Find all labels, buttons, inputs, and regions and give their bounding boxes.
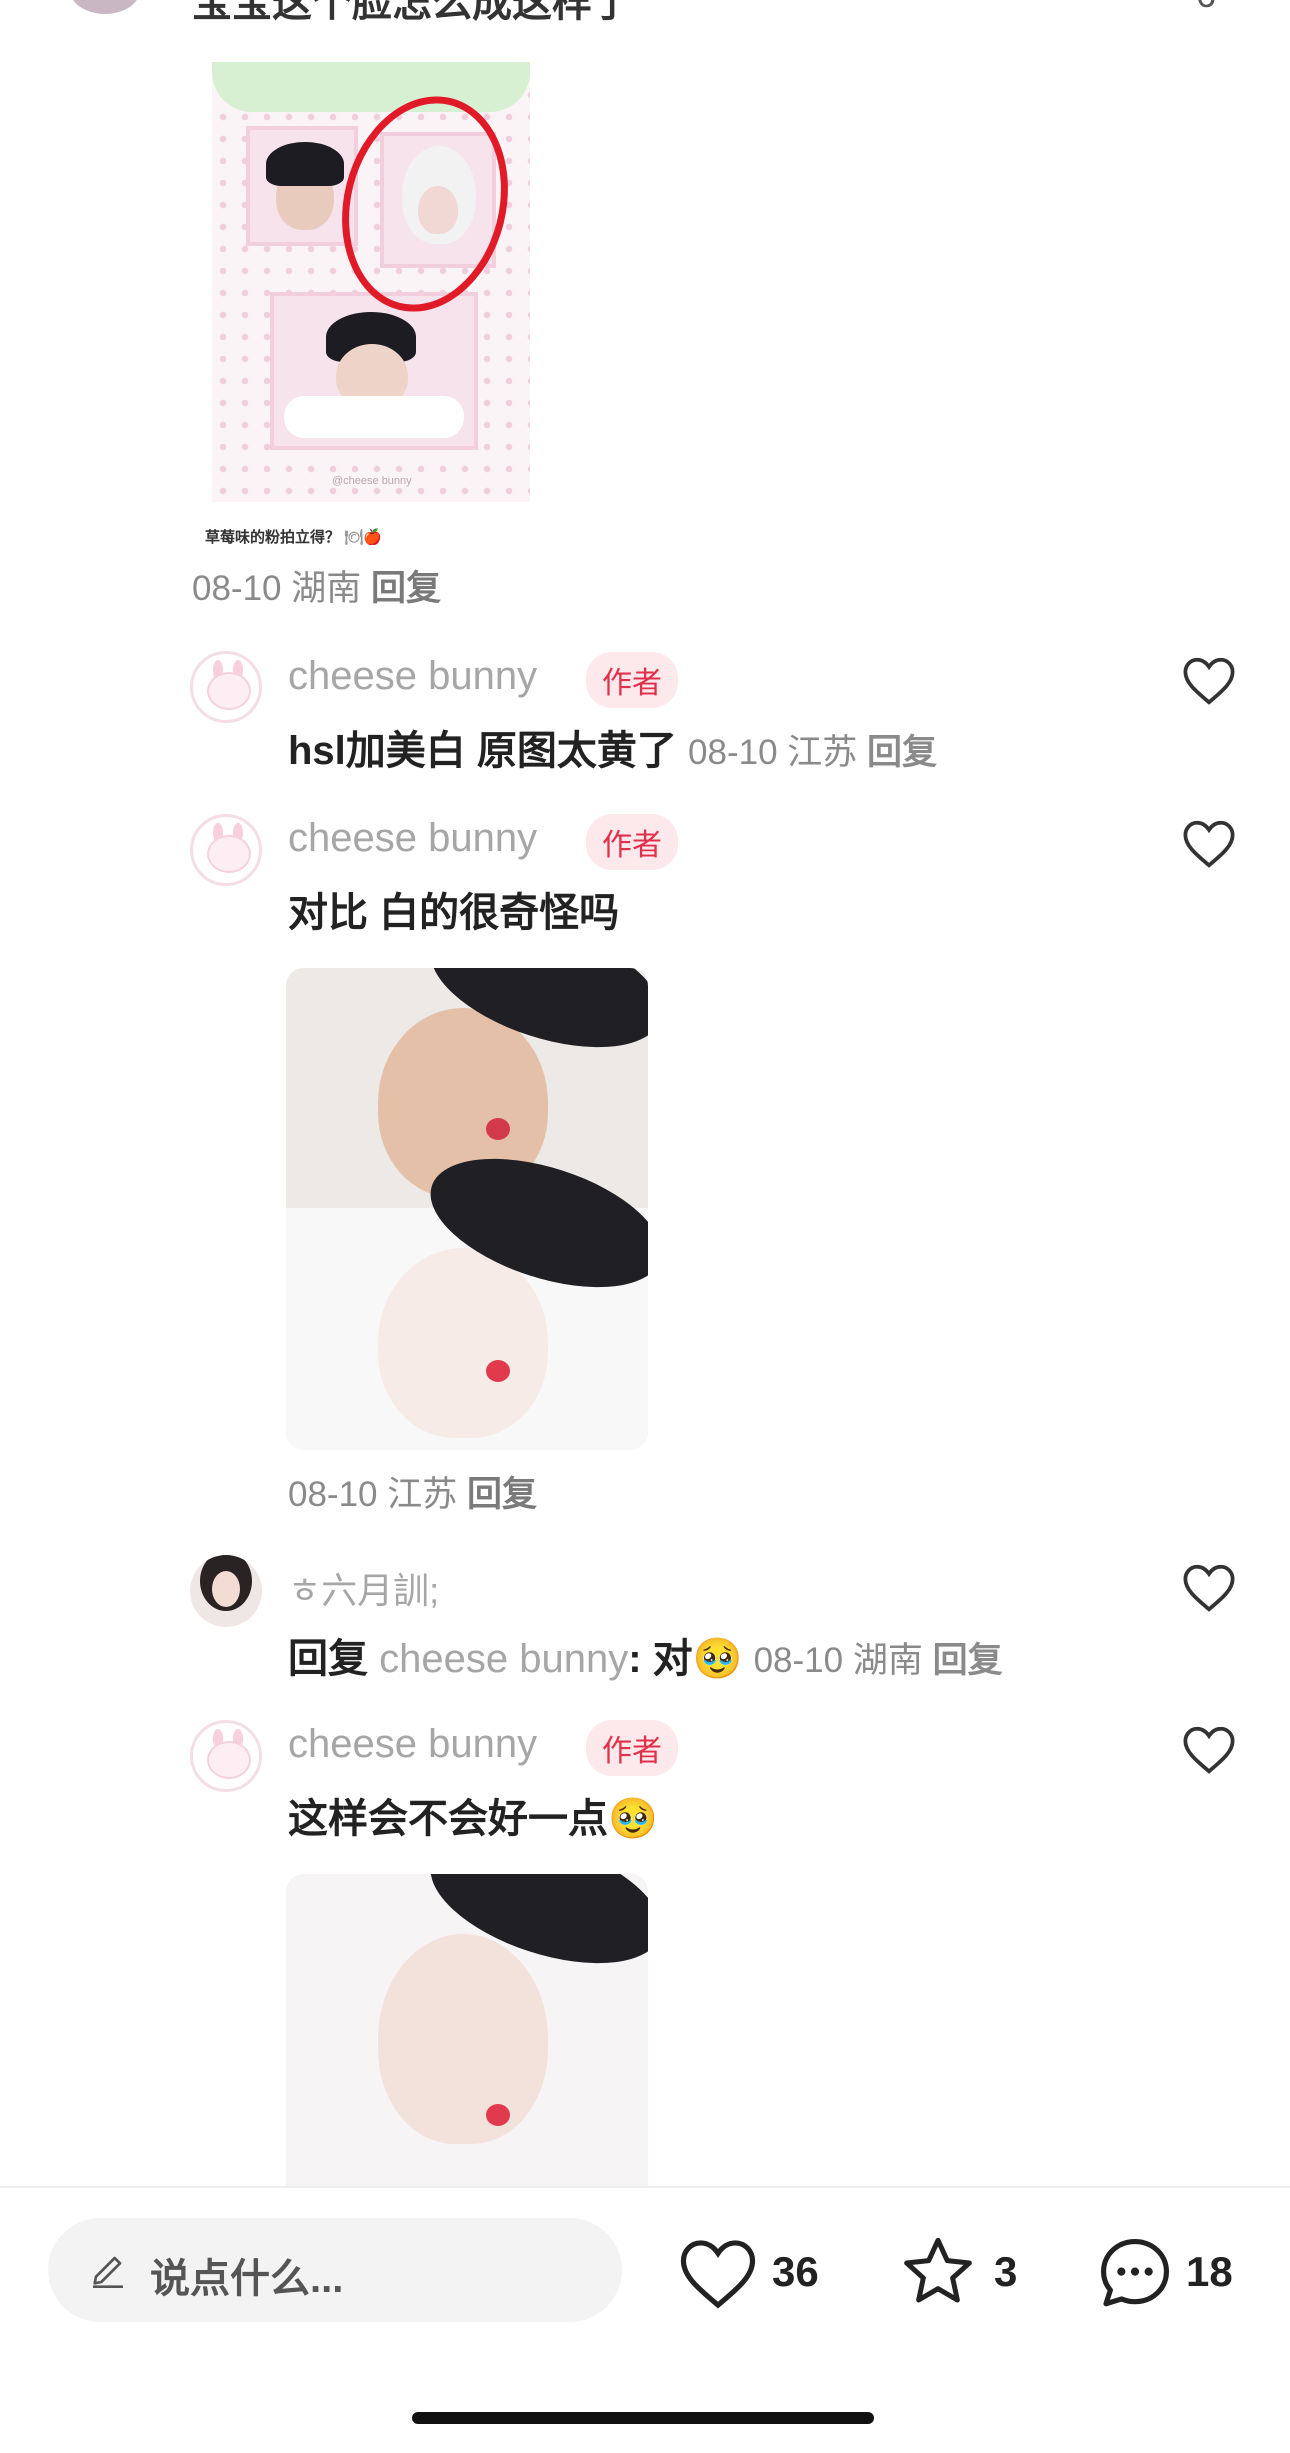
heart-icon[interactable] xyxy=(1180,1562,1238,1614)
author-badge: 作者 xyxy=(586,652,678,708)
comment-count[interactable]: 18 xyxy=(1186,2248,1233,2296)
comment-image[interactable] xyxy=(286,1874,648,2186)
comment-text: hsl加美白 原图太黄了 08-10 江苏 回复 xyxy=(288,729,938,773)
pencil-icon xyxy=(93,2256,123,2288)
cat-emoji: 🥹 xyxy=(692,1637,743,1681)
avatar[interactable] xyxy=(190,1720,262,1792)
comment-text: 宝宝这个脸怎么成这样了 xyxy=(192,0,632,25)
username[interactable]: cheese bunny xyxy=(288,816,537,861)
mention-link[interactable]: cheese bunny xyxy=(379,1637,628,1681)
comment-text: 对比 白的很奇怪吗 xyxy=(288,891,620,935)
avatar[interactable] xyxy=(190,651,262,723)
reply-button[interactable]: 回复 xyxy=(933,1641,1003,1680)
heart-icon[interactable] xyxy=(1180,655,1238,707)
comment-image[interactable] xyxy=(286,968,648,1450)
heart-icon[interactable] xyxy=(1180,818,1238,870)
image-caption: 草莓味的粉拍立得？ 🍽🍎 xyxy=(205,529,382,546)
avatar[interactable] xyxy=(190,814,262,886)
home-indicator[interactable] xyxy=(412,2412,874,2424)
image-watermark: @cheese bunny xyxy=(332,475,412,487)
like-count[interactable]: 36 xyxy=(772,2248,819,2296)
comment-meta: 08-10 江苏 回复 xyxy=(288,1475,538,1514)
avatar[interactable] xyxy=(70,0,140,14)
star-count[interactable]: 3 xyxy=(994,2248,1017,2296)
input-placeholder: 说点什么... xyxy=(150,2257,344,2301)
comment-input[interactable]: 说点什么... xyxy=(48,2218,622,2322)
comment-meta: 08-10 湖南 回复 xyxy=(192,569,442,608)
reply-button[interactable]: 回复 xyxy=(467,1475,537,1514)
comment-bubble-icon[interactable] xyxy=(1094,2232,1176,2314)
author-badge: 作者 xyxy=(586,814,678,870)
like-heart-icon[interactable] xyxy=(676,2236,760,2312)
comment-text: 回复 cheese bunny: 对🥹 08-10 湖南 回复 xyxy=(288,1637,1003,1681)
star-icon[interactable] xyxy=(896,2232,980,2312)
like-count: 6 xyxy=(1196,0,1216,16)
pleading-emoji: 🥹 xyxy=(608,1797,658,1841)
username[interactable]: ㅎ六月訓; xyxy=(288,1562,439,1614)
reply-button[interactable]: 回复 xyxy=(867,733,937,772)
reply-button[interactable]: 回复 xyxy=(371,569,441,608)
username[interactable]: cheese bunny xyxy=(288,654,537,699)
avatar[interactable] xyxy=(190,1555,262,1627)
username[interactable]: cheese bunny xyxy=(288,1722,537,1767)
author-badge: 作者 xyxy=(586,1720,678,1776)
comment-text: 这样会不会好一点🥹 xyxy=(288,1797,658,1841)
heart-icon[interactable] xyxy=(1180,1724,1238,1776)
